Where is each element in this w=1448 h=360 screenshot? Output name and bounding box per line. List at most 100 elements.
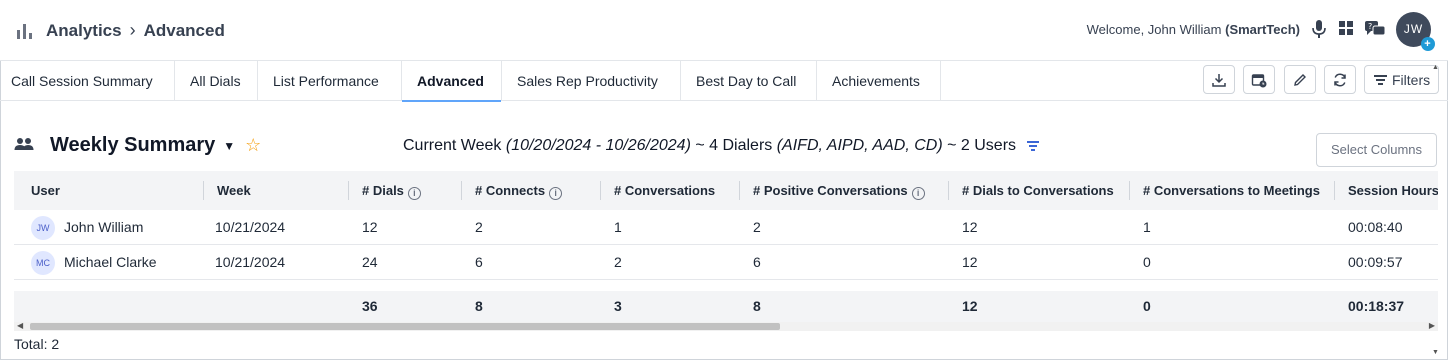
col-session-hours-label: Session Hours bbox=[1348, 183, 1438, 198]
add-icon[interactable]: + bbox=[1421, 37, 1435, 51]
col-user[interactable]: User bbox=[31, 171, 60, 210]
scrollbar-thumb[interactable] bbox=[30, 323, 780, 330]
table-header: User Week # Dials i # Connects i # Convers… bbox=[14, 171, 1438, 210]
edit-button[interactable] bbox=[1284, 65, 1316, 94]
col-conversations-to-meetings[interactable]: # Conversations to Meetings bbox=[1129, 171, 1320, 210]
scroll-right-icon[interactable]: ▶ bbox=[1429, 321, 1435, 330]
user-name: John William bbox=[64, 219, 144, 235]
column-divider bbox=[461, 181, 462, 200]
col-conversations-label: # Conversations bbox=[614, 183, 716, 198]
chevron-right-icon: › bbox=[129, 20, 136, 40]
tab-best-day-to-call[interactable]: Best Day to Call bbox=[681, 61, 817, 101]
total-connects: 8 bbox=[475, 298, 483, 314]
positive-cell: 2 bbox=[753, 219, 761, 235]
top-header: Analytics › Advanced Welcome, John Willi… bbox=[0, 0, 1448, 61]
week-cell: 10/21/2024 bbox=[215, 254, 286, 270]
total-conversations: 3 bbox=[614, 298, 622, 314]
dials-to-conv-cell: 12 bbox=[962, 219, 978, 235]
star-outline-icon[interactable]: ☆ bbox=[245, 135, 261, 156]
total-positive: 8 bbox=[753, 298, 761, 314]
download-icon bbox=[1212, 73, 1226, 87]
scroll-down-icon[interactable]: ▼ bbox=[1432, 349, 1439, 356]
column-divider bbox=[1129, 181, 1130, 200]
column-divider bbox=[1334, 181, 1335, 200]
date-range: (10/20/2024 - 10/26/2024) bbox=[505, 137, 691, 154]
schedule-button[interactable] bbox=[1243, 65, 1275, 94]
summary-title[interactable]: Weekly Summary bbox=[50, 134, 215, 157]
tab-list-performance[interactable]: List Performance bbox=[258, 61, 402, 101]
weekly-summary-table: User Week # Dials i # Connects i # Convers… bbox=[14, 171, 1438, 322]
conversations-cell: 2 bbox=[614, 254, 622, 270]
scroll-left-icon[interactable]: ◀ bbox=[17, 321, 23, 330]
dialer-types: (AIFD, AIPD, AAD, CD) bbox=[776, 137, 943, 154]
refresh-button[interactable] bbox=[1324, 65, 1356, 94]
caret-down-icon[interactable]: ▼ bbox=[223, 139, 235, 153]
user-avatar-small: JW bbox=[31, 216, 55, 241]
col-conversations[interactable]: # Conversations bbox=[600, 171, 716, 210]
session-hours-cell: 00:08:40 bbox=[1348, 219, 1403, 235]
col-dials[interactable]: # Dials i bbox=[348, 171, 421, 210]
total-dials: 36 bbox=[362, 298, 378, 314]
column-divider bbox=[600, 181, 601, 200]
scroll-up-icon[interactable]: ▲ bbox=[1432, 64, 1439, 71]
summary-header: Weekly Summary ▼ ☆ bbox=[14, 134, 261, 157]
dials-cell: 12 bbox=[362, 219, 378, 235]
info-icon[interactable]: i bbox=[911, 187, 925, 200]
support-chat-icon[interactable]: ? bbox=[1364, 20, 1386, 40]
horizontal-scrollbar[interactable]: ◀ ▶ bbox=[14, 321, 1438, 331]
avatar-initials: JW bbox=[1403, 22, 1424, 36]
microphone-icon[interactable] bbox=[1309, 20, 1329, 40]
tab-call-session-summary[interactable]: Call Session Summary bbox=[0, 61, 175, 101]
table-row[interactable]: JW John William 10/21/2024 12 2 1 2 12 1 … bbox=[14, 210, 1438, 245]
tab-all-dials[interactable]: All Dials bbox=[175, 61, 258, 101]
user-avatar[interactable]: JW + bbox=[1396, 12, 1435, 51]
user-name: Michael Clarke bbox=[64, 254, 157, 270]
users-count: ~ 2 Users bbox=[947, 137, 1017, 154]
col-session-hours[interactable]: Session Hours bbox=[1334, 171, 1438, 210]
welcome-user: Welcome, John William bbox=[1086, 22, 1222, 37]
session-hours-cell: 00:09:57 bbox=[1348, 254, 1403, 270]
col-connects[interactable]: # Connects i bbox=[461, 171, 563, 210]
user-cell[interactable]: MC Michael Clarke bbox=[31, 245, 157, 280]
total-conv-to-meet: 0 bbox=[1143, 298, 1151, 314]
tab-achievements[interactable]: Achievements bbox=[817, 61, 941, 101]
positive-cell: 6 bbox=[753, 254, 761, 270]
tab-sales-rep-productivity[interactable]: Sales Rep Productivity bbox=[502, 61, 681, 101]
col-dials-label: # Dials bbox=[362, 183, 404, 198]
table-row[interactable]: MC Michael Clarke 10/21/2024 24 6 2 6 12 … bbox=[14, 245, 1438, 280]
breadcrumb-analytics[interactable]: Analytics bbox=[46, 21, 122, 41]
welcome-org: (SmartTech) bbox=[1225, 22, 1300, 37]
apps-grid-icon[interactable] bbox=[1336, 20, 1356, 40]
connects-cell: 6 bbox=[475, 254, 483, 270]
breadcrumb: Analytics › Advanced bbox=[17, 20, 225, 41]
filters-label: Filters bbox=[1392, 71, 1431, 88]
col-week[interactable]: Week bbox=[203, 171, 251, 210]
conv-to-meet-cell: 1 bbox=[1143, 219, 1151, 235]
filters-button[interactable]: Filters bbox=[1364, 65, 1439, 94]
col-positive-conversations[interactable]: # Positive Conversations i bbox=[739, 171, 925, 210]
total-count: Total: 2 bbox=[14, 336, 60, 352]
col-dials-to-conv-label: # Dials to Conversations bbox=[962, 183, 1114, 198]
download-button[interactable] bbox=[1203, 65, 1235, 94]
col-dials-to-conversations[interactable]: # Dials to Conversations bbox=[948, 171, 1114, 210]
column-divider bbox=[739, 181, 740, 200]
select-columns-button[interactable]: Select Columns bbox=[1316, 133, 1437, 167]
conv-to-meet-cell: 0 bbox=[1143, 254, 1151, 270]
user-filter-icon[interactable] bbox=[1026, 139, 1040, 153]
edit-icon bbox=[1294, 73, 1306, 86]
current-week-label: Current Week bbox=[403, 137, 502, 154]
tab-advanced[interactable]: Advanced bbox=[402, 61, 502, 102]
users-group-icon bbox=[14, 137, 34, 154]
analytics-chart-icon bbox=[17, 22, 34, 39]
conversations-cell: 1 bbox=[614, 219, 622, 235]
info-icon[interactable]: i bbox=[407, 187, 421, 200]
user-cell[interactable]: JW John William bbox=[31, 210, 143, 245]
col-week-label: Week bbox=[217, 183, 251, 198]
svg-text:?: ? bbox=[1368, 22, 1372, 31]
col-positive-label: # Positive Conversations bbox=[753, 183, 908, 198]
total-dials-to-conv: 12 bbox=[962, 298, 978, 314]
column-divider bbox=[203, 181, 204, 200]
user-avatar-small: MC bbox=[31, 251, 55, 276]
info-icon[interactable]: i bbox=[549, 187, 563, 200]
week-info: Current Week (10/20/2024 - 10/26/2024) ~… bbox=[403, 137, 1040, 155]
